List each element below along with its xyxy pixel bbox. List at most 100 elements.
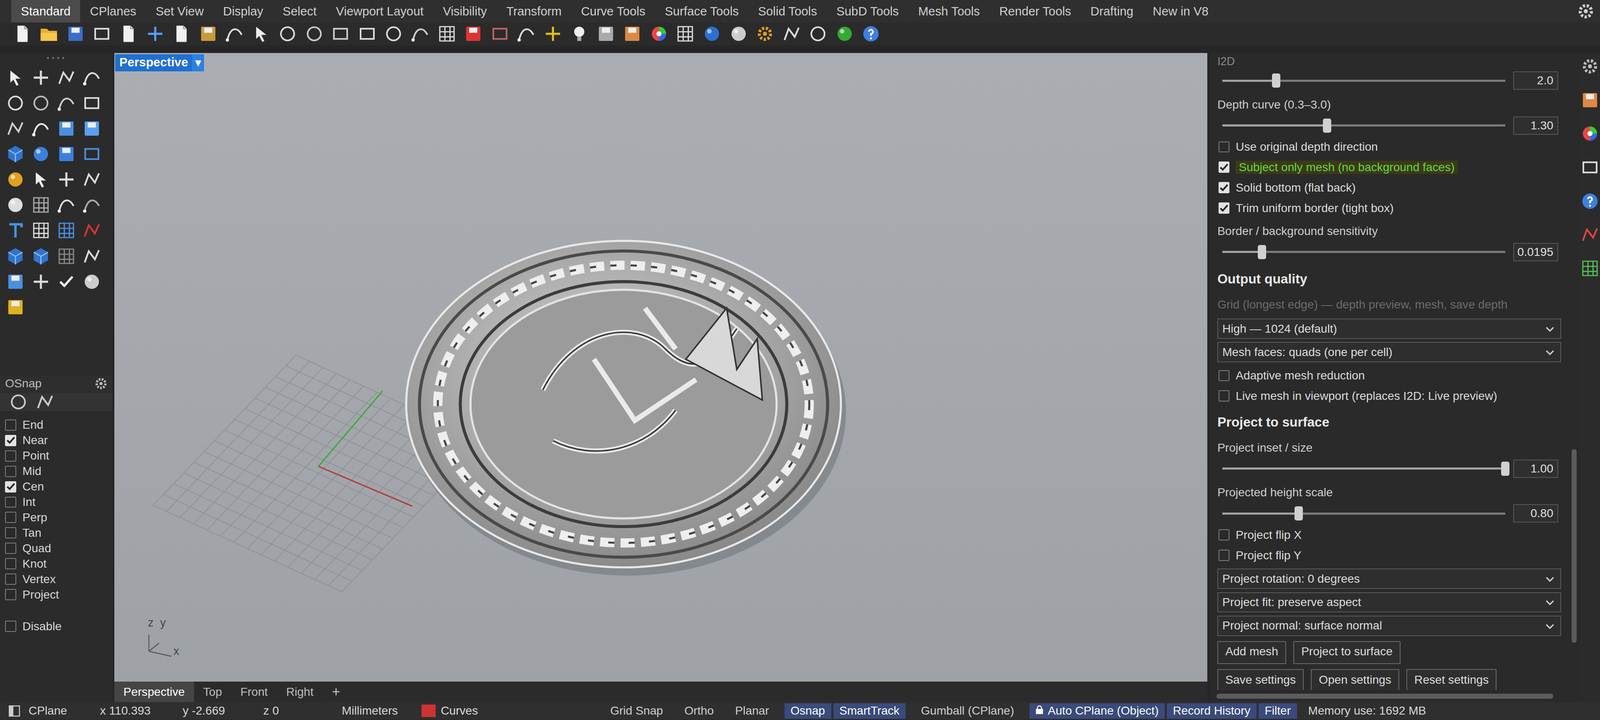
open-folder-icon[interactable] (38, 23, 60, 44)
ellipse-icon[interactable] (30, 92, 51, 114)
status-toggle[interactable]: Gumball (CPlane) (914, 703, 1021, 719)
osnap-item[interactable]: Cen (0, 479, 113, 495)
pen-icon[interactable] (1579, 224, 1600, 245)
checkbox[interactable] (5, 511, 17, 523)
slider-thumb[interactable] (1501, 461, 1510, 476)
copy-icon[interactable] (171, 23, 192, 44)
pan-hand-icon[interactable] (250, 23, 272, 44)
slider-track[interactable] (1222, 79, 1505, 82)
layers-icon[interactable] (1579, 89, 1600, 111)
help-icon[interactable] (860, 23, 882, 44)
zoom-selected-icon[interactable] (383, 23, 404, 44)
osnap-target-icon[interactable] (807, 23, 829, 44)
osnap-item[interactable]: Project (0, 586, 113, 603)
curve-icon[interactable] (81, 67, 103, 88)
slider-thumb[interactable] (1271, 73, 1281, 88)
ribbon-tab[interactable]: SubD Tools (826, 0, 909, 23)
layers-icon[interactable] (622, 23, 643, 44)
osnap-item[interactable]: Int (0, 494, 113, 510)
gear-icon[interactable] (93, 373, 109, 394)
dropdown[interactable]: Project normal: surface normal (1217, 615, 1562, 636)
offset-icon[interactable] (81, 194, 103, 216)
osnap-item[interactable]: Near (0, 432, 113, 449)
color-wheel-icon[interactable] (648, 23, 669, 44)
analyze-icon[interactable] (81, 220, 103, 241)
target-icon[interactable] (8, 391, 29, 413)
save-icon[interactable] (65, 23, 86, 44)
color-wheel-icon[interactable] (1579, 123, 1600, 144)
z-coordinate[interactable]: z 0 (263, 704, 342, 718)
dimension-icon[interactable] (781, 23, 802, 44)
project-icon[interactable] (55, 245, 77, 267)
ribbon-tab[interactable]: Select (272, 0, 327, 23)
circle-icon[interactable] (5, 92, 26, 114)
transform-icon[interactable] (30, 271, 51, 292)
sphere-icon[interactable] (30, 143, 51, 165)
status-toggle[interactable]: Planar (729, 703, 776, 719)
checkbox[interactable] (5, 573, 17, 585)
undo-icon[interactable] (224, 23, 245, 44)
display-icon[interactable] (1579, 156, 1600, 178)
checkbox[interactable] (1218, 141, 1230, 153)
trim-icon[interactable] (55, 169, 77, 190)
ribbon-tab[interactable]: Transform (496, 0, 572, 23)
panel-button[interactable]: Project to surface (1293, 641, 1401, 664)
viewport-tab[interactable]: Front (231, 681, 278, 702)
surface-edit-icon[interactable] (55, 118, 77, 139)
checkbox[interactable] (5, 557, 17, 570)
add-viewport-tab[interactable]: + (322, 681, 350, 702)
scrollbar-thumb[interactable] (1571, 449, 1577, 644)
select-arrow-icon[interactable] (5, 67, 26, 88)
zoom-extents-icon[interactable] (330, 23, 351, 44)
checkbox[interactable] (5, 481, 17, 493)
help-icon[interactable] (1579, 190, 1600, 212)
menu-gear[interactable] (1571, 0, 1600, 23)
point-curve-icon[interactable] (516, 23, 537, 44)
boolean-icon[interactable] (5, 194, 26, 216)
checkbox[interactable] (5, 496, 17, 508)
status-toggle[interactable]: Filter (1258, 703, 1298, 719)
checkbox-row[interactable]: Adaptive mesh reduction (1217, 365, 1562, 387)
dropdown[interactable]: High — 1024 (default) (1217, 318, 1562, 339)
y-coordinate[interactable]: y -2.669 (182, 704, 264, 718)
ribbon-tab[interactable]: Standard (11, 0, 81, 23)
text-icon[interactable] (5, 220, 26, 241)
ribbon-tab[interactable]: Curve Tools (571, 0, 656, 23)
viewport-title-text[interactable]: Perspective (115, 54, 192, 72)
ribbon-tab[interactable]: Viewport Layout (326, 0, 434, 23)
current-layer[interactable]: Curves (421, 704, 604, 718)
move-point-icon[interactable] (30, 169, 51, 190)
globe-icon[interactable] (834, 23, 855, 44)
horizontal-scrollbar[interactable] (1210, 689, 1580, 702)
polygon-icon[interactable] (5, 118, 26, 139)
polyline-icon[interactable] (55, 67, 77, 88)
checkbox[interactable] (1218, 181, 1230, 194)
ribbon-tab[interactable]: Render Tools (989, 0, 1081, 23)
panel-button[interactable]: Reset settings (1406, 668, 1497, 690)
panel-button[interactable]: Open settings (1310, 668, 1400, 690)
osnap-item[interactable]: Vertex (0, 571, 113, 587)
render-sphere-icon[interactable] (701, 23, 723, 44)
osnap-item[interactable]: Perp (0, 509, 113, 525)
ribbon-tab[interactable]: CPlanes (80, 0, 146, 23)
checkbox[interactable] (1218, 549, 1230, 561)
osnap-item[interactable]: Point (0, 448, 113, 464)
status-toggle[interactable]: Record History (1166, 703, 1257, 719)
slider-track[interactable] (1222, 250, 1505, 253)
material-icon[interactable] (489, 23, 510, 44)
print-icon[interactable] (91, 23, 113, 44)
checkbox[interactable] (1218, 529, 1230, 541)
slider-track[interactable] (1222, 467, 1505, 470)
split-icon[interactable] (81, 169, 103, 190)
checkbox-row[interactable]: Trim uniform border (tight box) (1217, 197, 1562, 219)
extrude-icon[interactable] (30, 245, 51, 267)
checkbox[interactable] (5, 620, 17, 632)
units[interactable]: Millimeters (341, 704, 422, 718)
rectangle-icon[interactable] (81, 92, 103, 114)
fillet-curve-icon[interactable] (55, 194, 77, 216)
export-icon[interactable] (118, 23, 139, 44)
perspective-viewport[interactable]: Perspective▾zyx (114, 52, 1208, 682)
ribbon-tab[interactable]: Mesh Tools (908, 0, 990, 23)
panel-button[interactable]: Add mesh (1217, 641, 1287, 664)
points-icon[interactable] (542, 23, 563, 44)
